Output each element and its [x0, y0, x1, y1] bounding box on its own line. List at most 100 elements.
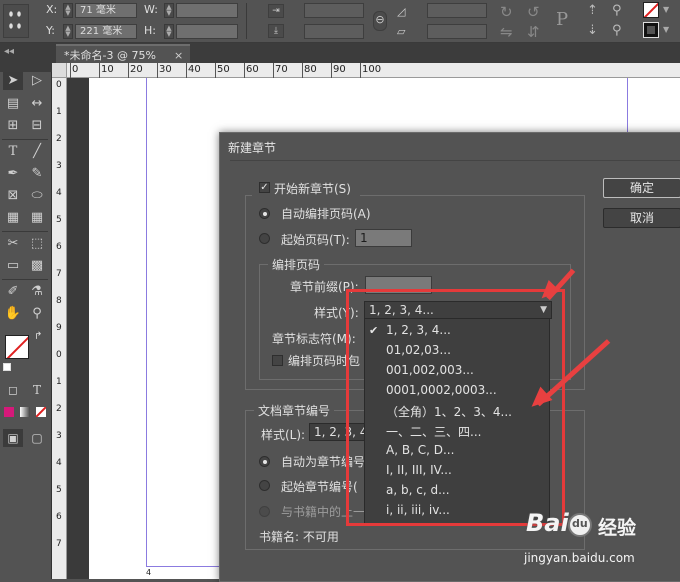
rotate-icon: ◿	[397, 5, 406, 18]
rotate-cw-icon[interactable]: ↻	[500, 3, 513, 21]
fill-none-icon[interactable]	[643, 2, 659, 18]
note-tool-icon[interactable]: ✐	[3, 283, 23, 301]
ruler-tick-mark	[360, 63, 361, 78]
free-transform-tool-icon[interactable]: ⬚	[27, 235, 47, 253]
type-tool-icon[interactable]: T	[3, 143, 23, 161]
eyedropper-tool-icon[interactable]: ⚗	[27, 283, 47, 301]
gradient-feather-tool-icon[interactable]: ▩	[27, 257, 47, 275]
apply-color-icon[interactable]	[4, 407, 14, 417]
ruler-tick-mark	[157, 63, 158, 78]
pen-tool-icon[interactable]: ✒	[3, 165, 23, 183]
page-tool-icon[interactable]: ▤	[3, 95, 23, 113]
start-page-input[interactable]: 1	[355, 229, 412, 247]
grid-tool-icon[interactable]: ▦	[27, 209, 47, 227]
table-tool-icon[interactable]: ▦	[3, 209, 23, 227]
ruler-origin[interactable]	[52, 63, 67, 78]
scale-x-icon[interactable]: ⇥	[268, 4, 284, 18]
selection-tool-icon[interactable]: ➤	[3, 72, 23, 90]
collapse-panel-icon[interactable]: ◂◂	[4, 46, 14, 57]
watermark-url: jingyan.baidu.com	[524, 551, 635, 565]
ruler-tick-mark	[99, 63, 100, 78]
book-name-label: 书籍名: 不可用	[259, 530, 339, 544]
baidu-watermark: Bai du 经验 jingyan.baidu.com	[524, 507, 680, 575]
ruler-tick-mark	[128, 63, 129, 78]
scissors-tool-icon[interactable]: ✂	[3, 235, 23, 253]
gradient-swatch-tool-icon[interactable]: ▭	[3, 257, 23, 275]
ruler-tick-label: 6	[56, 242, 62, 252]
ruler-tick-label: 90	[333, 64, 346, 75]
divider	[2, 139, 48, 140]
content-placer-icon[interactable]: ⊟	[27, 117, 47, 135]
ruler-tick-label: 30	[159, 64, 172, 75]
scale-x-field[interactable]	[304, 3, 364, 18]
reference-point-icon[interactable]	[3, 4, 29, 38]
ruler-tick-label: 6	[56, 512, 62, 522]
x-stepper[interactable]: ▲ ▼	[63, 3, 73, 18]
ruler-tick-mark	[70, 63, 71, 78]
rotate-field[interactable]	[427, 3, 487, 18]
flip-h-icon[interactable]: ⇋	[500, 23, 513, 41]
same-as-book-radio[interactable]	[259, 506, 270, 517]
ruler-tick-label: 7	[56, 539, 62, 549]
ellipse-tool-icon[interactable]: ⬭	[27, 187, 47, 205]
toolbox-grip[interactable]	[0, 63, 52, 72]
formatting-container-icon[interactable]: ◻	[3, 381, 23, 399]
zoom-tool-icon[interactable]: ⚲	[27, 305, 47, 323]
fill-none-icon[interactable]	[5, 335, 29, 359]
shear-field[interactable]	[427, 24, 487, 39]
select-container-icon[interactable]: ⇡	[587, 3, 598, 18]
watermark-paw-text: du	[572, 517, 588, 530]
select-prev-icon[interactable]: ⚲	[612, 23, 622, 38]
y-field[interactable]: 221 毫米	[75, 24, 137, 39]
stroke-dropdown-icon[interactable]: ▼	[663, 25, 669, 34]
ruler-tick-label: 5	[56, 485, 62, 495]
select-next-icon[interactable]: ⚲	[612, 3, 622, 18]
gap-tool-icon[interactable]: ↔	[27, 95, 47, 113]
ruler-tick-label: 50	[217, 64, 230, 75]
scale-y-icon[interactable]: ⤓	[268, 24, 284, 38]
y-stepper[interactable]: ▲ ▼	[63, 24, 73, 39]
rotate-ccw-icon[interactable]: ↺	[527, 3, 540, 21]
content-collector-icon[interactable]: ⊞	[3, 117, 23, 135]
start-page-radio[interactable]	[259, 233, 270, 244]
toolbox-panel: ➤ ▷ ▤ ↔ ⊞ ⊟ T ╱ ✒ ✎ ⊠ ⬭ ▦ ▦ ✂ ⬚ ▭ ▩ ✐ ⚗ …	[0, 63, 52, 579]
hand-tool-icon[interactable]: ✋	[3, 305, 23, 323]
include-prefix-checkbox[interactable]	[272, 355, 283, 366]
tab-document[interactable]: *未命名-3 @ 75% ×	[56, 44, 190, 63]
h-field[interactable]	[176, 24, 238, 39]
x-field[interactable]: 71 毫米	[75, 3, 137, 18]
constrain-proportions-icon[interactable]: ⊖	[373, 11, 387, 31]
select-content-icon[interactable]: ⇣	[587, 23, 598, 38]
pencil-tool-icon[interactable]: ✎	[27, 165, 47, 183]
dialog-title: 新建章节	[228, 141, 277, 155]
shear-icon: ▱	[397, 25, 406, 38]
formatting-text-icon[interactable]: T	[27, 381, 47, 399]
screen-mode-icon[interactable]: ▢	[27, 429, 47, 447]
scale-y-field[interactable]	[304, 24, 364, 39]
ruler-tick-mark	[273, 63, 274, 78]
apply-gradient-icon[interactable]	[20, 407, 30, 417]
ok-button[interactable]: 确定	[603, 178, 680, 198]
h-stepper[interactable]: ▲ ▼	[164, 24, 174, 39]
start-section-checkbox[interactable]: ✓	[259, 182, 270, 193]
fill-dropdown-icon[interactable]: ▼	[663, 5, 669, 14]
page-numbering-legend: 编排页码	[268, 256, 325, 273]
rectangle-frame-tool-icon[interactable]: ⊠	[3, 187, 23, 205]
line-tool-icon[interactable]: ╱	[27, 143, 47, 161]
auto-number-radio[interactable]	[259, 208, 270, 219]
default-colors-icon[interactable]	[3, 363, 11, 371]
apply-none-icon[interactable]	[36, 407, 46, 417]
w-stepper[interactable]: ▲ ▼	[164, 3, 174, 18]
auto-chapter-radio[interactable]	[259, 456, 270, 467]
swap-colors-icon[interactable]: ↱	[34, 331, 42, 342]
w-field[interactable]	[176, 3, 238, 18]
start-chapter-radio[interactable]	[259, 480, 270, 491]
ruler-tick-label: 10	[101, 64, 114, 75]
flip-v-icon[interactable]: ⇵	[527, 23, 540, 41]
ruler-tick-label: 0	[56, 350, 62, 360]
stroke-swatch-icon[interactable]	[643, 22, 659, 38]
direct-selection-tool-icon[interactable]: ▷	[27, 72, 47, 90]
normal-view-icon[interactable]: ▣	[3, 429, 23, 447]
watermark-brand: Bai	[526, 509, 569, 537]
cancel-button[interactable]: 取消	[603, 208, 680, 228]
